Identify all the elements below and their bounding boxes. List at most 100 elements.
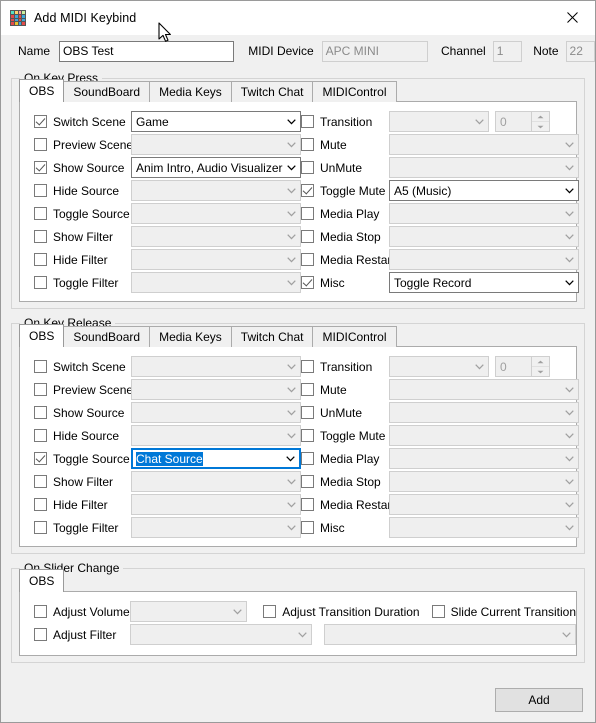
combo-on-key-release-unmute[interactable] xyxy=(389,402,579,423)
combo-on-key-press-mute[interactable] xyxy=(389,134,579,155)
checkbox-on-key-press-transition[interactable] xyxy=(301,115,314,128)
checkbox-row-on-key-press-misc[interactable]: Misc xyxy=(301,276,389,290)
checkbox-on-key-press-switch-scene[interactable] xyxy=(34,115,47,128)
checkbox-on-key-press-hide-source[interactable] xyxy=(34,184,47,197)
combo-on-key-press-hide-source[interactable] xyxy=(131,180,301,201)
checkbox-slide-current-transition[interactable] xyxy=(431,605,445,618)
checkbox-row-on-key-release-misc[interactable]: Misc xyxy=(301,521,389,535)
spinner-down-icon[interactable] xyxy=(532,367,549,376)
checkbox-on-key-press-media-restart[interactable] xyxy=(301,253,314,266)
combo-on-key-release-toggle-mute[interactable] xyxy=(389,425,579,446)
checkbox-row-on-key-press-hide-filter[interactable]: Hide Filter xyxy=(34,253,131,267)
checkbox-on-key-press-unmute[interactable] xyxy=(301,161,314,174)
checkbox-row-on-key-press-media-play[interactable]: Media Play xyxy=(301,207,389,221)
checkbox-on-key-release-toggle-filter[interactable] xyxy=(34,521,47,534)
checkbox-row-on-key-press-media-stop[interactable]: Media Stop xyxy=(301,230,389,244)
combo-adjust-filter-target[interactable] xyxy=(323,624,576,645)
checkbox-row-adjust-volume[interactable]: Adjust Volume xyxy=(34,605,130,619)
checkbox-on-key-release-show-filter[interactable] xyxy=(34,475,47,488)
spinner-on-key-release-transition[interactable]: 0 xyxy=(495,356,550,377)
checkbox-row-on-key-press-toggle-source[interactable]: Toggle Source xyxy=(34,207,131,221)
checkbox-on-key-press-hide-filter[interactable] xyxy=(34,253,47,266)
checkbox-row-on-key-press-mute[interactable]: Mute xyxy=(301,138,389,152)
combo-on-key-release-mute[interactable] xyxy=(389,379,579,400)
combo-on-key-release-misc[interactable] xyxy=(389,517,579,538)
checkbox-adjust-transition-duration[interactable] xyxy=(263,605,277,618)
combo-on-key-press-show-source[interactable]: Anim Intro, Audio Visualizer Intro xyxy=(131,157,301,178)
checkbox-on-key-press-preview-scene[interactable] xyxy=(34,138,47,151)
tab-midicontrol[interactable]: MIDIControl xyxy=(312,81,397,102)
spinner-buttons[interactable] xyxy=(531,357,549,376)
combo-on-key-release-media-restart[interactable] xyxy=(389,494,579,515)
checkbox-on-key-release-hide-source[interactable] xyxy=(34,429,47,442)
checkbox-row-on-key-release-hide-source[interactable]: Hide Source xyxy=(34,429,131,443)
checkbox-row-adjust-transition-duration[interactable]: Adjust Transition Duration xyxy=(263,605,420,619)
tab-media-keys[interactable]: Media Keys xyxy=(149,81,232,102)
combo-on-key-press-toggle-mute[interactable]: A5 (Music) xyxy=(389,180,579,201)
checkbox-row-on-key-release-toggle-mute[interactable]: Toggle Mute xyxy=(301,429,389,443)
checkbox-on-key-release-toggle-mute[interactable] xyxy=(301,429,314,442)
checkbox-row-on-key-release-toggle-source[interactable]: Toggle Source xyxy=(34,452,131,466)
checkbox-row-on-key-press-show-filter[interactable]: Show Filter xyxy=(34,230,131,244)
checkbox-row-on-key-release-transition[interactable]: Transition xyxy=(301,360,389,374)
close-icon[interactable] xyxy=(549,1,595,34)
checkbox-row-on-key-release-media-stop[interactable]: Media Stop xyxy=(301,475,389,489)
combo-on-key-release-switch-scene[interactable] xyxy=(131,356,301,377)
checkbox-row-adjust-filter[interactable]: Adjust Filter xyxy=(34,628,130,642)
checkbox-on-key-release-transition[interactable] xyxy=(301,360,314,373)
checkbox-on-key-release-show-source[interactable] xyxy=(34,406,47,419)
checkbox-on-key-release-unmute[interactable] xyxy=(301,406,314,419)
checkbox-on-key-release-media-stop[interactable] xyxy=(301,475,314,488)
checkbox-row-on-key-press-toggle-filter[interactable]: Toggle Filter xyxy=(34,276,131,290)
checkbox-row-on-key-press-preview-scene[interactable]: Preview Scene xyxy=(34,138,133,152)
checkbox-row-on-key-release-show-source[interactable]: Show Source xyxy=(34,406,131,420)
add-button[interactable]: Add xyxy=(495,688,583,712)
checkbox-on-key-press-toggle-source[interactable] xyxy=(34,207,47,220)
checkbox-on-key-press-misc[interactable] xyxy=(301,276,314,289)
spinner-on-key-press-transition[interactable]: 0 xyxy=(495,111,550,132)
combo-adjust-filter[interactable] xyxy=(129,624,312,645)
checkbox-on-key-release-mute[interactable] xyxy=(301,383,314,396)
checkbox-on-key-release-media-restart[interactable] xyxy=(301,498,314,511)
combo-on-key-press-media-restart[interactable] xyxy=(389,249,579,270)
checkbox-on-key-release-switch-scene[interactable] xyxy=(34,360,47,373)
checkbox-row-on-key-release-show-filter[interactable]: Show Filter xyxy=(34,475,131,489)
tab-obs[interactable]: OBS xyxy=(19,569,65,592)
combo-on-key-release-preview-scene[interactable] xyxy=(131,379,301,400)
checkbox-on-key-press-toggle-mute[interactable] xyxy=(301,184,314,197)
checkbox-on-key-release-toggle-source[interactable] xyxy=(34,452,47,465)
combo-on-key-press-misc[interactable]: Toggle Record xyxy=(389,272,579,293)
checkbox-on-key-release-hide-filter[interactable] xyxy=(34,498,47,511)
checkbox-row-on-key-press-show-source[interactable]: Show Source xyxy=(34,161,131,175)
checkbox-on-key-release-preview-scene[interactable] xyxy=(34,383,47,396)
spinner-down-icon[interactable] xyxy=(532,122,549,131)
checkbox-row-on-key-press-media-restart[interactable]: Media Restart xyxy=(301,253,395,267)
tab-twitch-chat[interactable]: Twitch Chat xyxy=(230,81,314,102)
combo-on-key-press-preview-scene[interactable] xyxy=(131,134,301,155)
combo-on-key-press-show-filter[interactable] xyxy=(131,226,301,247)
checkbox-row-on-key-press-unmute[interactable]: UnMute xyxy=(301,161,389,175)
checkbox-adjust-volume[interactable] xyxy=(34,605,47,618)
combo-on-key-release-hide-filter[interactable] xyxy=(131,494,301,515)
combo-on-key-press-unmute[interactable] xyxy=(389,157,579,178)
checkbox-row-on-key-release-media-play[interactable]: Media Play xyxy=(301,452,389,466)
combo-on-key-release-toggle-source[interactable]: Chat Source xyxy=(131,448,301,469)
tab-media-keys[interactable]: Media Keys xyxy=(149,326,232,347)
combo-adjust-volume[interactable] xyxy=(129,601,248,622)
checkbox-on-key-release-misc[interactable] xyxy=(301,521,314,534)
combo-on-key-press-media-play[interactable] xyxy=(389,203,579,224)
tab-midicontrol[interactable]: MIDIControl xyxy=(312,326,397,347)
checkbox-row-on-key-release-toggle-filter[interactable]: Toggle Filter xyxy=(34,521,131,535)
checkbox-on-key-press-toggle-filter[interactable] xyxy=(34,276,47,289)
checkbox-row-on-key-release-media-restart[interactable]: Media Restart xyxy=(301,498,395,512)
combo-on-key-press-toggle-filter[interactable] xyxy=(131,272,301,293)
checkbox-row-on-key-release-unmute[interactable]: UnMute xyxy=(301,406,389,420)
checkbox-on-key-press-media-stop[interactable] xyxy=(301,230,314,243)
checkbox-on-key-press-show-filter[interactable] xyxy=(34,230,47,243)
tab-soundboard[interactable]: SoundBoard xyxy=(63,326,151,347)
combo-on-key-press-transition[interactable] xyxy=(389,111,489,132)
combo-on-key-release-show-filter[interactable] xyxy=(131,471,301,492)
combo-on-key-release-toggle-filter[interactable] xyxy=(131,517,301,538)
spinner-buttons[interactable] xyxy=(531,112,549,131)
tab-twitch-chat[interactable]: Twitch Chat xyxy=(230,326,314,347)
